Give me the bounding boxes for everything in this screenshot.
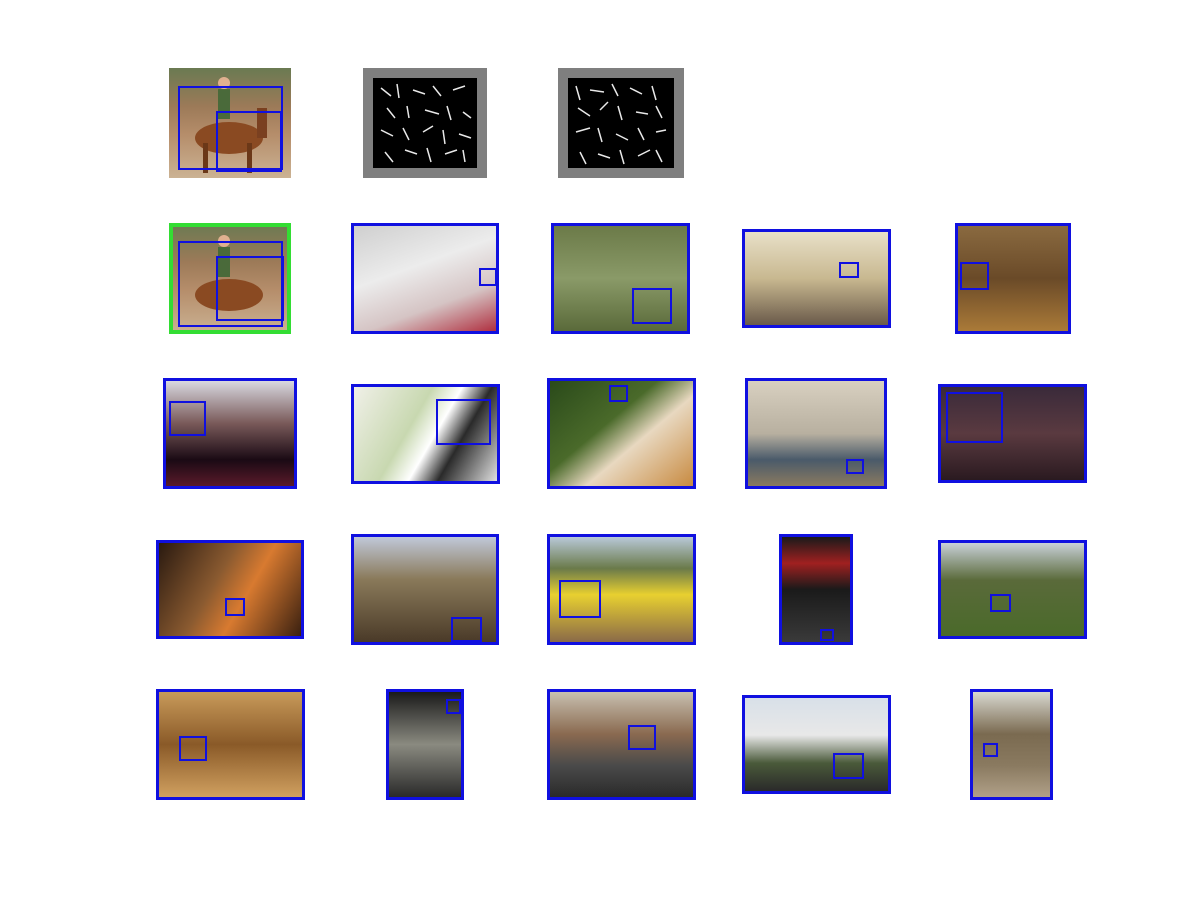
- result-image: [547, 689, 696, 800]
- detection-box: [846, 459, 864, 474]
- filter-grid: [568, 78, 674, 168]
- detection-box: [216, 256, 284, 321]
- detection-box: [960, 262, 989, 290]
- detection-box: [983, 743, 998, 757]
- detection-box: [169, 401, 206, 436]
- result-image: [351, 223, 499, 334]
- result-image: [156, 540, 304, 639]
- detection-box: [990, 594, 1011, 612]
- detection-box: [632, 288, 672, 324]
- result-image: [547, 378, 696, 489]
- detection-box: [216, 111, 282, 172]
- result-image: [156, 689, 305, 800]
- filter-grid: [373, 78, 477, 168]
- result-image: [742, 695, 891, 794]
- result-image: [938, 384, 1087, 483]
- result-image: [938, 540, 1087, 639]
- result-image: [351, 384, 500, 484]
- result-image: [163, 378, 297, 489]
- detection-box: [446, 699, 461, 714]
- result-image: [547, 534, 696, 645]
- detection-box: [451, 617, 482, 642]
- result-image: [955, 223, 1071, 334]
- result-image: [742, 229, 891, 328]
- result-image: [169, 223, 291, 334]
- filter-visualization-2: [558, 68, 684, 178]
- detection-box: [436, 399, 491, 445]
- detection-box: [820, 629, 834, 641]
- hog-filter-strokes: [380, 83, 472, 163]
- query-image: [169, 68, 291, 178]
- detection-box: [609, 385, 628, 402]
- detection-box: [479, 268, 496, 286]
- result-image: [351, 534, 499, 645]
- detection-box: [946, 392, 1003, 443]
- hog-filter-strokes: [575, 83, 667, 165]
- result-image: [551, 223, 690, 334]
- detection-box: [839, 262, 859, 278]
- result-image: [386, 689, 464, 800]
- result-image: [779, 534, 853, 645]
- detection-box: [559, 580, 601, 618]
- result-image: [970, 689, 1053, 800]
- filter-visualization-1: [363, 68, 487, 178]
- detection-box: [179, 736, 207, 761]
- detection-box: [628, 725, 656, 750]
- result-image: [745, 378, 887, 489]
- detection-box: [225, 598, 245, 616]
- detection-box: [833, 753, 864, 779]
